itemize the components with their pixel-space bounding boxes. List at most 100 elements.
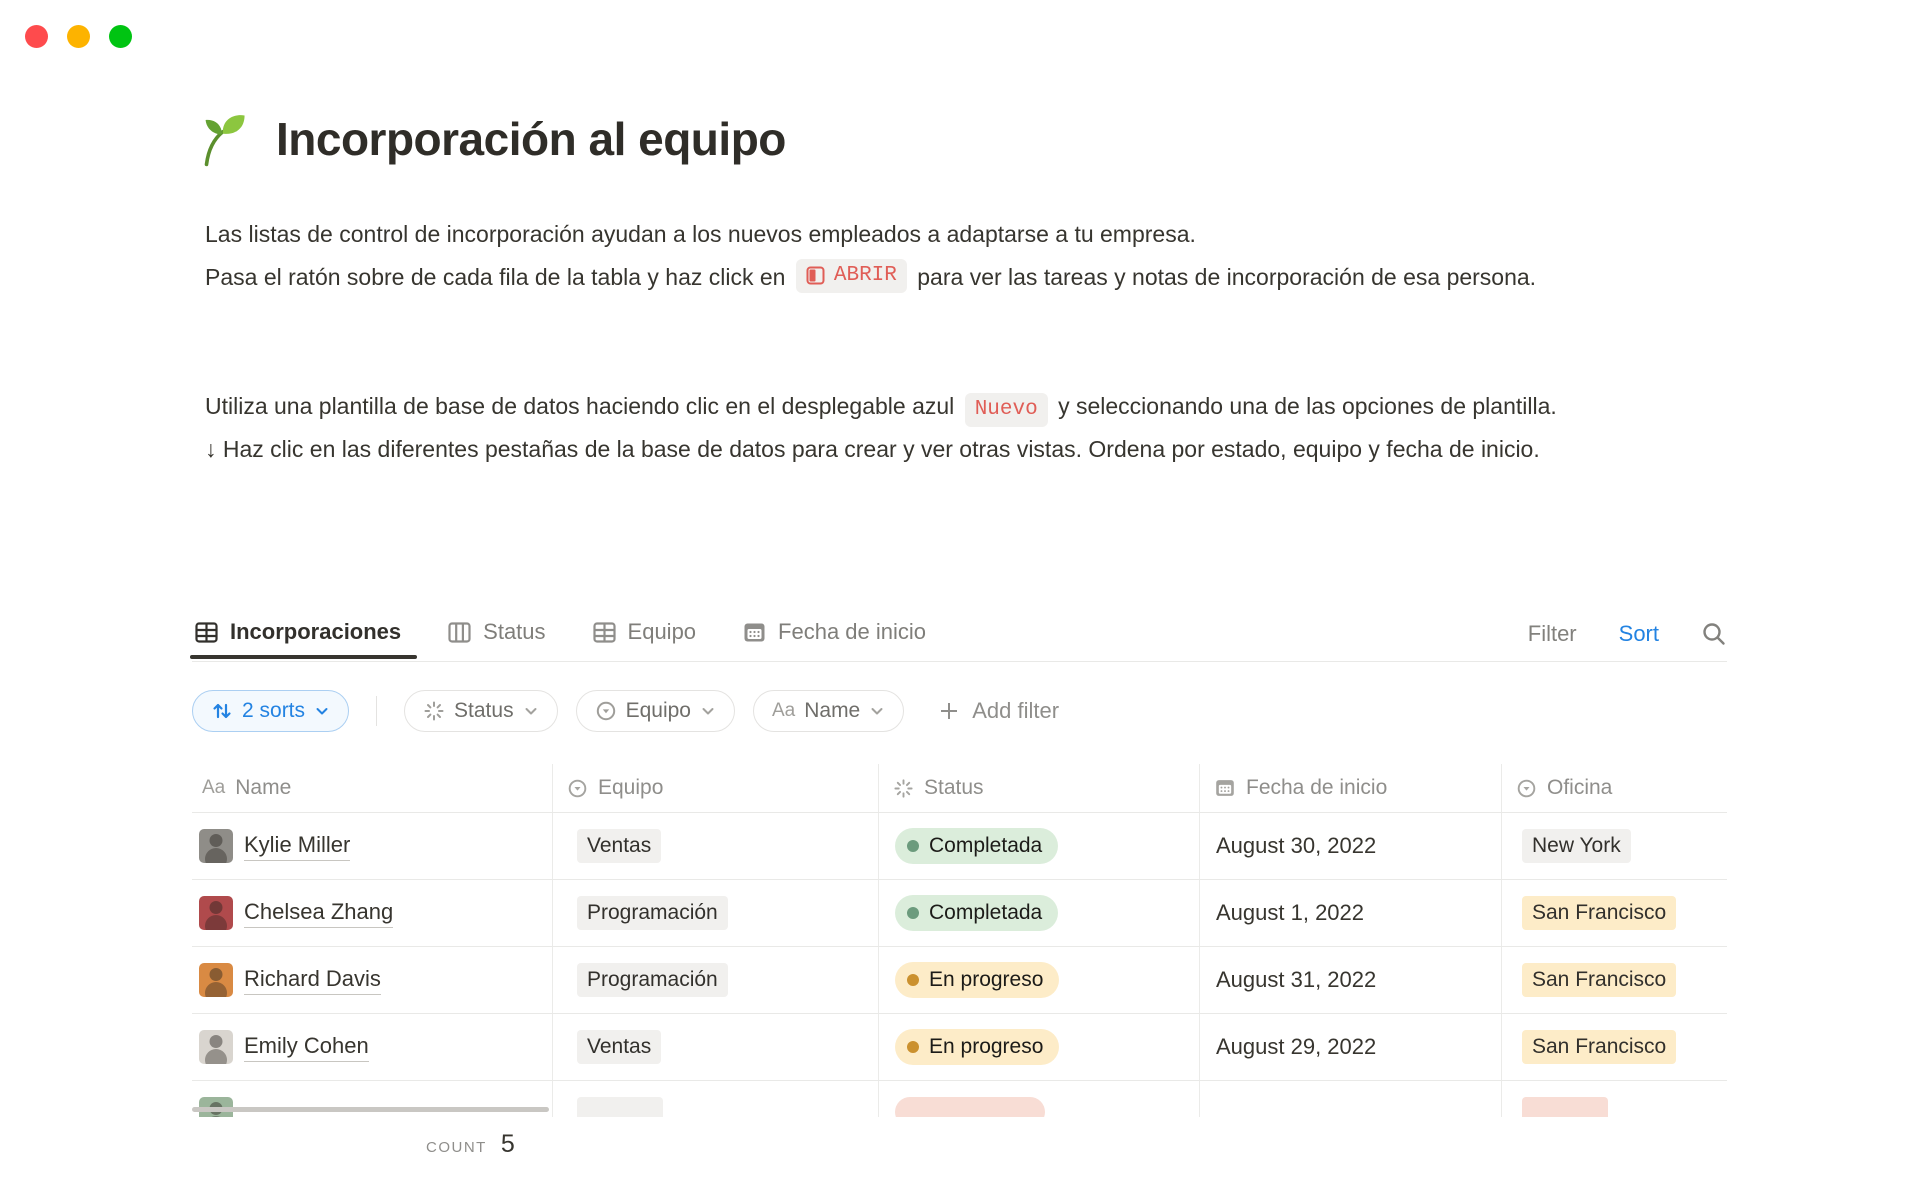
fecha-cell[interactable]: August 31, 2022 (1200, 947, 1502, 1013)
fecha-value: August 31, 2022 (1216, 967, 1376, 993)
plus-icon (938, 700, 960, 722)
name-filter-chip[interactable]: Aa Name (753, 690, 904, 732)
page-title: Incorporación al equipo (276, 112, 786, 166)
status-pill: En progreso (895, 1029, 1059, 1065)
sort-button[interactable]: Sort (1619, 621, 1659, 647)
window-controls (25, 25, 132, 48)
table-row: Richard Davis Programación En progreso Augu… (192, 947, 1727, 1014)
intro-text: y seleccionando una de las opciones de p… (1058, 393, 1557, 419)
status-cell[interactable]: Completada (879, 813, 1200, 879)
equipo-cell[interactable]: Programación (553, 880, 879, 946)
person-name-link[interactable]: Richard Davis (244, 966, 381, 995)
tag-sliver (1522, 1097, 1608, 1117)
avatar (199, 1030, 233, 1064)
column-header-oficina[interactable]: Oficina (1502, 764, 1727, 812)
equipo-cell[interactable]: Ventas (553, 813, 879, 879)
intro-text: para ver las tareas y notas de incorpora… (917, 264, 1536, 290)
seedling-emoji-icon (192, 110, 250, 168)
oficina-cell[interactable]: New York (1502, 813, 1727, 879)
close-window-button[interactable] (25, 25, 48, 48)
status-cell[interactable]: En progreso (879, 1014, 1200, 1080)
column-header-status[interactable]: Status (879, 764, 1200, 812)
tab-fecha-de-inicio[interactable]: Fecha de inicio (740, 609, 928, 659)
column-header-fecha[interactable]: Fecha de inicio (1200, 764, 1502, 812)
tab-status[interactable]: Status (445, 609, 547, 659)
equipo-filter-chip[interactable]: Equipo (576, 690, 735, 732)
status-cell[interactable]: En progreso (879, 947, 1200, 1013)
equipo-tag: Programación (577, 896, 728, 930)
oficina-cell[interactable]: San Francisco (1502, 1014, 1727, 1080)
column-header-equipo[interactable]: Equipo (553, 764, 879, 812)
tab-label: Equipo (628, 619, 697, 645)
name-cell[interactable]: Kylie Miller (192, 813, 553, 879)
column-header-name[interactable]: Aa Name (192, 764, 553, 812)
person-name-link[interactable]: Emily Cohen (244, 1033, 369, 1062)
abrir-badge[interactable]: ABRIR (796, 259, 907, 293)
horizontal-scrollbar-thumb[interactable] (192, 1107, 549, 1112)
intro-text: Utiliza una plantilla de base de datos h… (205, 393, 954, 419)
count-label[interactable]: COUNT (426, 1139, 487, 1156)
oficina-tag: San Francisco (1522, 896, 1676, 930)
table-row: Chelsea Zhang Programación Completada Augus… (192, 880, 1727, 947)
add-filter-button[interactable]: Add filter (938, 698, 1059, 724)
intro-text: Pasa el ratón sobre de cada fila de la t… (205, 264, 785, 290)
status-spinner-icon (893, 778, 914, 799)
table-icon (194, 620, 219, 645)
name-cell[interactable]: Emily Cohen (192, 1014, 553, 1080)
oficina-cell[interactable]: San Francisco (1502, 880, 1727, 946)
avatar (199, 963, 233, 997)
table-header-row: Aa Name Equipo Status Fecha de inicio Of… (192, 764, 1727, 813)
status-cell[interactable]: Completada (879, 880, 1200, 946)
status-dot (907, 974, 919, 986)
status-pill: Completada (895, 828, 1058, 864)
status-pill: Completada (895, 895, 1058, 931)
tab-label: Fecha de inicio (778, 619, 926, 645)
intro-paragraph-2: Utiliza una plantilla de base de datos h… (205, 385, 1740, 471)
status-dot (907, 840, 919, 852)
avatar (199, 829, 233, 863)
status-dot (907, 1041, 919, 1053)
equipo-tag: Ventas (577, 1030, 661, 1064)
tab-label: Incorporaciones (230, 619, 401, 645)
minimize-window-button[interactable] (67, 25, 90, 48)
search-icon[interactable] (1701, 621, 1727, 647)
filter-button[interactable]: Filter (1528, 621, 1577, 647)
equipo-cell[interactable]: Ventas (553, 1014, 879, 1080)
name-chip-label: Name (804, 699, 860, 723)
name-cell[interactable]: Chelsea Zhang (192, 880, 553, 946)
fecha-cell[interactable]: August 30, 2022 (1200, 813, 1502, 879)
status-dot (907, 907, 919, 919)
equipo-chip-label: Equipo (626, 699, 691, 723)
maximize-window-button[interactable] (109, 25, 132, 48)
intro-paragraph-1: Las listas de control de incorporación a… (205, 213, 1740, 299)
tab-incorporaciones[interactable]: Incorporaciones (192, 609, 403, 659)
table-icon (592, 620, 617, 645)
fecha-cell[interactable]: August 29, 2022 (1200, 1014, 1502, 1080)
avatar (199, 896, 233, 930)
person-name-link[interactable]: Chelsea Zhang (244, 899, 393, 928)
equipo-cell[interactable]: Programación (553, 947, 879, 1013)
status-filter-chip[interactable]: Status (404, 690, 558, 732)
equipo-tag: Programación (577, 963, 728, 997)
fecha-cell[interactable]: August 1, 2022 (1200, 880, 1502, 946)
intro-text: ↓ Haz clic en las diferentes pestañas de… (205, 436, 1540, 462)
table-row: Kylie Miller Ventas Completada August 30, 2… (192, 813, 1727, 880)
sort-arrows-icon (211, 700, 233, 722)
sorts-chip[interactable]: 2 sorts (192, 690, 349, 732)
add-filter-label: Add filter (972, 698, 1059, 724)
tab-equipo[interactable]: Equipo (590, 609, 699, 659)
view-actions: Filter Sort (1528, 621, 1727, 647)
tag-sliver (577, 1097, 663, 1117)
oficina-cell[interactable]: San Francisco (1502, 947, 1727, 1013)
chevron-down-icon (869, 703, 885, 719)
table-row: Emily Cohen Ventas En progreso August 29, 2… (192, 1014, 1727, 1081)
nuevo-badge[interactable]: Nuevo (965, 393, 1048, 427)
table-footer: COUNT 5 (426, 1130, 515, 1159)
aa-icon: Aa (772, 700, 795, 722)
oficina-tag: San Francisco (1522, 963, 1676, 997)
status-chip-label: Status (454, 699, 514, 723)
fecha-value: August 29, 2022 (1216, 1034, 1376, 1060)
aa-icon: Aa (202, 777, 225, 799)
person-name-link[interactable]: Kylie Miller (244, 832, 350, 861)
name-cell[interactable]: Richard Davis (192, 947, 553, 1013)
